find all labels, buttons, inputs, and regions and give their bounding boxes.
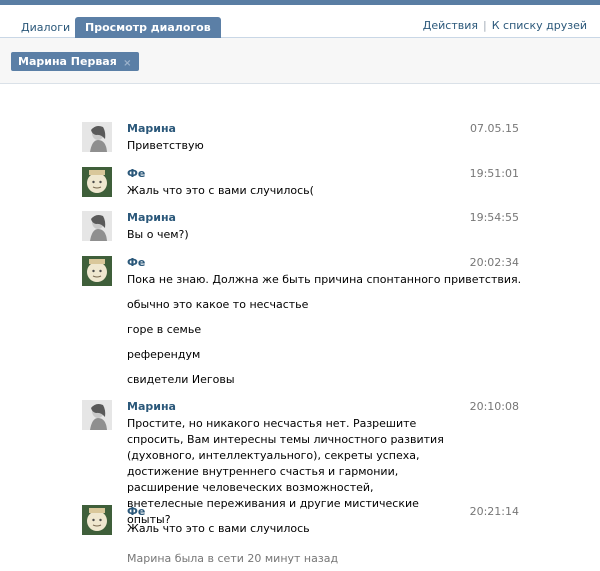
message-author[interactable]: Марина [127,211,176,224]
link-separator: | [483,19,487,32]
avatar-fe-icon [82,256,112,286]
actions-link[interactable]: Действия [423,19,478,32]
peer-toolbar: Марина Первая × [0,38,600,84]
message-text: Простите, но никакого несчастья нет. Раз… [127,416,447,528]
online-status: Марина была в сети 20 минут назад [127,552,339,565]
peer-chip[interactable]: Марина Первая × [11,52,139,71]
message-line: Приветствую [127,139,204,152]
message-author[interactable]: Марина [127,122,176,135]
avatar[interactable] [82,400,112,430]
message-author[interactable]: Фе [127,505,145,518]
avatar[interactable] [82,211,112,241]
message-text: Приветствую [127,138,467,154]
message-line: Вы о чем?) [127,228,189,241]
message-text: Вы о чем?) [127,227,467,243]
message-author[interactable]: Фе [127,167,145,180]
message-author[interactable]: Фе [127,256,145,269]
message-time[interactable]: 20:02:34 [470,256,519,269]
message-time[interactable]: 20:10:08 [470,400,519,413]
avatar[interactable] [82,122,112,152]
tab-view-dialogs[interactable]: Просмотр диалогов [75,17,221,38]
message-text: Жаль что это с вами случилось( [127,183,467,199]
message-time[interactable]: 20:21:14 [470,505,519,518]
friends-list-link[interactable]: К списку друзей [492,19,587,32]
message-line: референдум [127,348,201,361]
avatar-marina-icon [82,211,112,241]
avatar-marina-icon [82,122,112,152]
peer-chip-name: Марина Первая [18,55,117,68]
message-line: Пока не знаю. Должна же быть причина спо… [127,273,522,286]
tab-dialogs[interactable]: Диалоги [11,17,80,38]
avatar-fe-icon [82,505,112,535]
tab-bar: Диалоги Просмотр диалогов Действия | К спи… [0,5,600,38]
top-links: Действия | К списку друзей [423,19,587,32]
avatar[interactable] [82,505,112,535]
message-line: свидетели Иеговы [127,373,235,386]
message-line: горе в семье [127,323,202,336]
message-text: Жаль что это с вами случилось [127,521,467,537]
close-icon[interactable]: × [122,58,133,69]
message-line: Жаль что это с вами случилось( [127,184,314,197]
message-line: Простите, но никакого несчастья нет. Раз… [127,417,444,526]
message-time[interactable]: 07.05.15 [470,122,519,135]
avatar-marina-icon [82,400,112,430]
message-author[interactable]: Марина [127,400,176,413]
avatar[interactable] [82,167,112,197]
message-text: Пока не знаю. Должна же быть причина спо… [127,272,527,388]
avatar-fe-icon [82,167,112,197]
message-time[interactable]: 19:54:55 [470,211,519,224]
message-line: обычно это какое то несчастье [127,298,309,311]
avatar[interactable] [82,256,112,286]
message-time[interactable]: 19:51:01 [470,167,519,180]
message-line: Жаль что это с вами случилось [127,522,310,535]
